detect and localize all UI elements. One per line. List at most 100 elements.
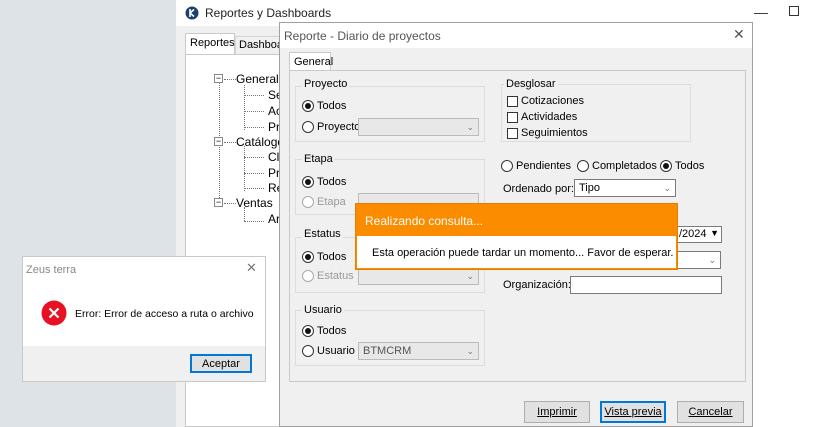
radio-icon xyxy=(302,251,314,263)
radio-label: Pendientes xyxy=(516,160,572,172)
tree-line xyxy=(244,85,245,130)
proyecto-group-label: Proyecto xyxy=(302,78,350,90)
error-dialog-title: Zeus terra xyxy=(26,264,77,276)
imprimir-button[interactable]: Imprimir xyxy=(524,401,590,423)
radio-label: Todos xyxy=(317,251,347,263)
radio-icon xyxy=(501,160,513,172)
checkbox-icon xyxy=(507,127,518,139)
minimize-icon[interactable]: — xyxy=(754,4,768,20)
extra-select[interactable]: ⌄ xyxy=(676,251,721,269)
checkbox-label: Seguimientos xyxy=(521,127,588,139)
aceptar-button[interactable]: Aceptar xyxy=(190,354,252,373)
estatus-todos-radio[interactable]: Todos xyxy=(302,251,346,263)
calendar-dropdown-icon[interactable]: ▼ xyxy=(710,228,719,238)
usuario-one-radio[interactable]: Usuario xyxy=(302,345,355,357)
tree-node-ventas[interactable]: Ventas xyxy=(236,196,273,210)
tree-collapse-icon[interactable]: − xyxy=(214,74,223,83)
checkbox-icon xyxy=(507,111,518,123)
close-icon[interactable]: ✕ xyxy=(733,26,745,43)
main-window-title: Reportes y Dashboards xyxy=(205,6,332,20)
tab-general-label: General xyxy=(294,56,334,68)
radio-icon xyxy=(302,325,314,337)
maximize-icon[interactable] xyxy=(789,6,799,16)
checkbox-label: Cotizaciones xyxy=(521,95,584,107)
organizacion-input[interactable] xyxy=(570,276,722,294)
completados-radio[interactable]: Completados xyxy=(577,160,657,172)
tree-collapse-icon[interactable]: − xyxy=(214,137,223,146)
report-dialog-titlebar: Reporte - Diario de proyectos xyxy=(280,23,752,48)
etapa-one-radio[interactable]: Etapa xyxy=(302,196,346,208)
radio-label: Usuario xyxy=(317,345,355,357)
tree-line xyxy=(244,111,264,112)
checkbox-icon xyxy=(507,95,518,107)
radio-icon xyxy=(302,176,314,188)
radio-icon xyxy=(577,160,589,172)
progress-toast-body: Esta operación puede tardar un momento..… xyxy=(357,236,676,268)
proyecto-todos-radio[interactable]: Todos xyxy=(302,100,346,112)
date-value: /2024 xyxy=(679,228,707,240)
usuario-todos-radio[interactable]: Todos xyxy=(302,325,346,337)
estatus-group-label: Estatus xyxy=(302,228,343,240)
estatus-one-radio[interactable]: Estatus xyxy=(302,270,354,282)
radio-label: Todos xyxy=(317,176,347,188)
cotizaciones-checkbox[interactable]: Cotizaciones xyxy=(507,95,584,107)
radio-label: Completados xyxy=(592,160,657,172)
etapa-todos-radio[interactable]: Todos xyxy=(302,176,346,188)
chevron-down-icon: ⌄ xyxy=(466,346,474,356)
radio-label: Estatus xyxy=(317,270,354,282)
proyecto-one-radio[interactable]: Proyecto xyxy=(302,121,360,133)
vista-previa-label: Vista previa xyxy=(604,406,662,418)
radio-icon xyxy=(302,121,314,133)
radio-icon xyxy=(302,345,314,357)
aceptar-label: Aceptar xyxy=(202,357,240,370)
cancelar-button[interactable]: Cancelar xyxy=(677,401,744,423)
chevron-down-icon: ⌄ xyxy=(466,122,474,132)
pendientes-radio[interactable]: Pendientes xyxy=(501,160,571,172)
chevron-down-icon: ⌄ xyxy=(466,271,474,281)
chevron-down-icon: ⌄ xyxy=(663,183,671,193)
todos-radio[interactable]: Todos xyxy=(660,160,704,172)
radio-label: Todos xyxy=(317,100,347,112)
close-icon[interactable]: ✕ xyxy=(246,260,257,276)
tree-line xyxy=(244,188,264,189)
tree-line xyxy=(224,79,236,80)
usuario-select[interactable]: BTMCRM ⌄ xyxy=(358,342,479,360)
radio-label: Todos xyxy=(675,160,705,172)
seguimientos-checkbox[interactable]: Seguimientos xyxy=(507,127,588,139)
app-logo-icon xyxy=(185,6,199,20)
tab-reportes-label: Reportes xyxy=(190,37,235,49)
progress-toast-message: Esta operación puede tardar un momento..… xyxy=(372,247,674,259)
progress-toast: Realizando consulta... Esta operación pu… xyxy=(355,203,678,270)
checkbox-label: Actividades xyxy=(521,111,578,123)
etapa-group-label: Etapa xyxy=(302,153,335,165)
actividades-checkbox[interactable]: Actividades xyxy=(507,111,577,123)
report-dialog-title: Reporte - Diario de proyectos xyxy=(284,28,441,43)
usuario-group-label: Usuario xyxy=(302,304,344,316)
error-dialog: Zeus terra ✕ Error: Error de acceso a ru… xyxy=(22,256,266,382)
date-field[interactable]: /2024 ▼ xyxy=(676,226,722,243)
chevron-down-icon: ⌄ xyxy=(708,255,716,265)
radio-label: Todos xyxy=(317,325,347,337)
tree-line xyxy=(244,157,264,158)
desglosar-group-label: Desglosar xyxy=(504,78,558,90)
tab-general[interactable]: General xyxy=(289,52,334,71)
usuario-select-value: BTMCRM xyxy=(363,345,412,357)
vista-previa-button[interactable]: Vista previa xyxy=(600,401,666,423)
tree-line xyxy=(224,142,236,143)
tree-line xyxy=(224,203,236,204)
radio-label: Proyecto xyxy=(317,121,361,133)
ordenado-por-value: Tipo xyxy=(579,182,600,194)
tab-dashboards[interactable]: Dashboards xyxy=(235,36,285,54)
radio-icon xyxy=(302,100,314,112)
tab-reportes[interactable]: Reportes xyxy=(185,33,235,54)
organizacion-label: Organización: xyxy=(503,279,571,291)
tree-collapse-icon[interactable]: − xyxy=(214,198,223,207)
tree-line xyxy=(244,95,264,96)
ordenado-por-label: Ordenado por: xyxy=(503,183,574,195)
error-message: Error: Error de acceso a ruta o archivo xyxy=(75,308,254,320)
radio-icon xyxy=(660,160,672,172)
progress-toast-title: Realizando consulta... xyxy=(365,214,484,228)
ordenado-por-select[interactable]: Tipo ⌄ xyxy=(574,179,676,197)
proyecto-select[interactable]: ⌄ xyxy=(358,118,479,136)
error-icon xyxy=(41,300,67,326)
